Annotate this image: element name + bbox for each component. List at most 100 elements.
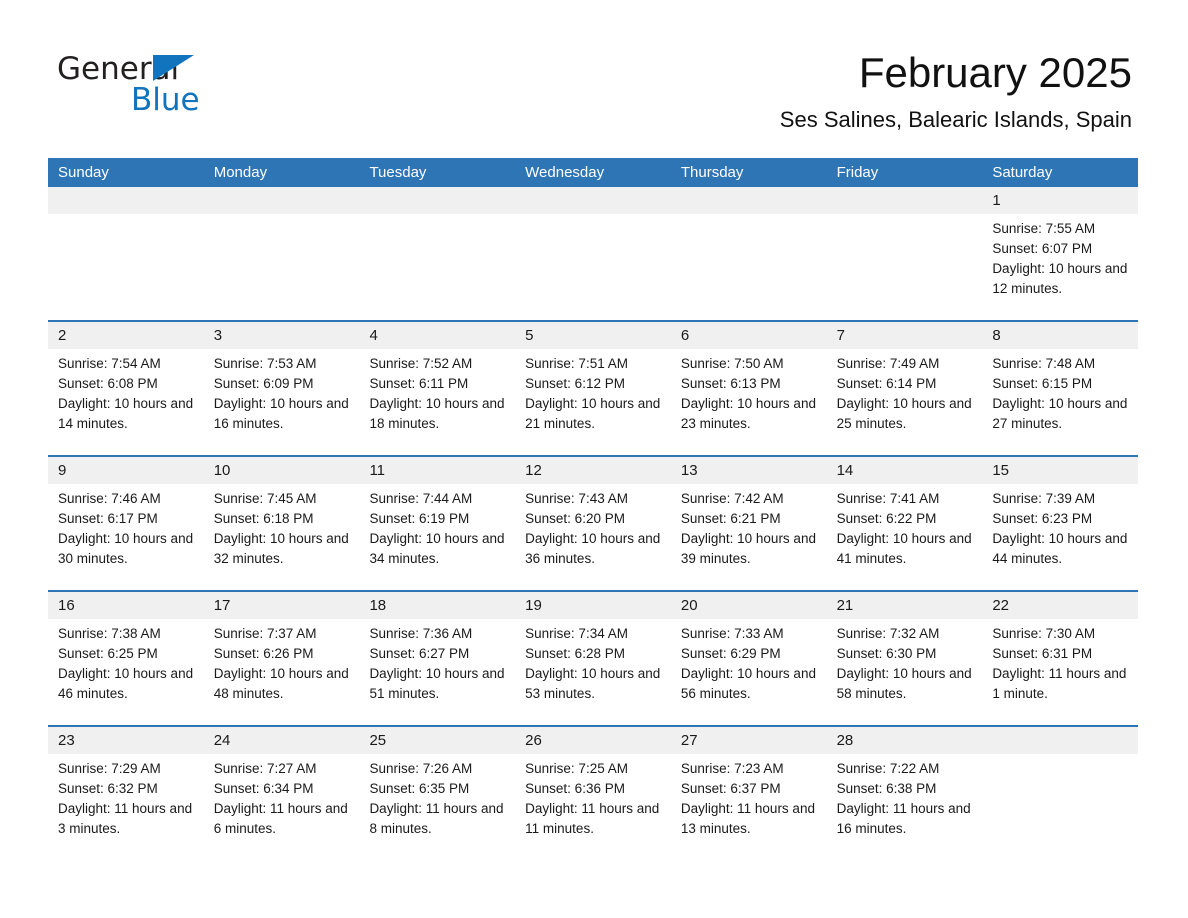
day-cell[interactable]: 6 Sunrise: 7:50 AM Sunset: 6:13 PM Daylight… bbox=[670, 322, 827, 455]
day-info: Sunrise: 7:37 AM Sunset: 6:26 PM Daylight:… bbox=[204, 619, 360, 704]
day-cell[interactable]: 11 Sunrise: 7:44 AM Sunset: 6:19 PM Dayligh… bbox=[359, 457, 516, 590]
page-title: February 2025 bbox=[858, 49, 1132, 96]
weekday-header-row: Sunday Monday Tuesday Wednesday Thursday… bbox=[48, 158, 1138, 187]
day-number-strip: 22 bbox=[982, 592, 1139, 619]
day-number-strip bbox=[359, 187, 516, 214]
day-cell-empty bbox=[359, 187, 516, 320]
sunrise-text: Sunrise: 7:33 AM bbox=[680, 626, 784, 641]
day-cell[interactable]: 15 Sunrise: 7:39 AM Sunset: 6:23 PM Dayligh… bbox=[982, 457, 1139, 590]
day-cell[interactable]: 28 Sunrise: 7:22 AM Sunset: 6:38 PM Dayligh… bbox=[826, 727, 983, 860]
daylight-text: Daylight: 11 hours and 3 minutes. bbox=[58, 801, 193, 836]
daylight-text: Daylight: 10 hours and 34 minutes. bbox=[369, 531, 505, 566]
day-cell[interactable]: 12 Sunrise: 7:43 AM Sunset: 6:20 PM Dayligh… bbox=[515, 457, 671, 590]
day-number-strip: 6 bbox=[670, 322, 827, 349]
title-block: February 2025 Ses Salines, Balearic Isla… bbox=[780, 48, 1132, 134]
daylight-text: Daylight: 10 hours and 23 minutes. bbox=[680, 396, 816, 431]
day-cell[interactable]: 26 Sunrise: 7:25 AM Sunset: 6:36 PM Dayligh… bbox=[515, 727, 671, 860]
day-info: Sunrise: 7:52 AM Sunset: 6:11 PM Daylight:… bbox=[359, 349, 515, 434]
sunset-text: Sunset: 6:13 PM bbox=[680, 376, 781, 391]
day-number: 8 bbox=[992, 327, 1001, 344]
day-cell[interactable]: 21 Sunrise: 7:32 AM Sunset: 6:30 PM Dayligh… bbox=[826, 592, 983, 725]
sunrise-text: Sunrise: 7:27 AM bbox=[213, 761, 317, 776]
sunrise-text: Sunrise: 7:23 AM bbox=[680, 761, 784, 776]
day-number: 16 bbox=[58, 597, 75, 614]
day-number: 4 bbox=[369, 327, 378, 344]
weekday-monday: Monday bbox=[213, 164, 268, 181]
daylight-text: Daylight: 10 hours and 41 minutes. bbox=[836, 531, 972, 566]
day-number-strip: 3 bbox=[203, 322, 360, 349]
sunset-text: Sunset: 6:35 PM bbox=[369, 781, 470, 796]
logo-text-blue: Blue bbox=[131, 82, 200, 118]
day-number-strip: 17 bbox=[203, 592, 360, 619]
location-subtitle: Ses Salines, Balearic Islands, Spain bbox=[779, 107, 1132, 132]
sunset-text: Sunset: 6:25 PM bbox=[58, 646, 158, 661]
triangle-icon bbox=[153, 55, 194, 81]
day-number: 22 bbox=[992, 597, 1009, 614]
sunrise-text: Sunrise: 7:53 AM bbox=[213, 356, 317, 371]
day-cell-empty bbox=[982, 727, 1139, 860]
day-cell[interactable]: 4 Sunrise: 7:52 AM Sunset: 6:11 PM Daylight… bbox=[359, 322, 516, 455]
sunset-text: Sunset: 6:12 PM bbox=[525, 376, 625, 391]
day-cell[interactable]: 16 Sunrise: 7:38 AM Sunset: 6:25 PM Dayligh… bbox=[48, 592, 204, 725]
day-number-strip: 9 bbox=[48, 457, 204, 484]
sunrise-text: Sunrise: 7:54 AM bbox=[58, 356, 161, 371]
day-number-strip: 8 bbox=[982, 322, 1139, 349]
day-cell[interactable]: 20 Sunrise: 7:33 AM Sunset: 6:29 PM Dayligh… bbox=[670, 592, 827, 725]
day-cell[interactable]: 8 Sunrise: 7:48 AM Sunset: 6:15 PM Daylight… bbox=[982, 322, 1139, 455]
sunrise-text: Sunrise: 7:50 AM bbox=[680, 356, 784, 371]
day-cell[interactable]: 10 Sunrise: 7:45 AM Sunset: 6:18 PM Dayligh… bbox=[203, 457, 360, 590]
day-number-strip: 19 bbox=[515, 592, 671, 619]
sunrise-text: Sunrise: 7:41 AM bbox=[836, 491, 940, 506]
day-cell[interactable]: 24 Sunrise: 7:27 AM Sunset: 6:34 PM Dayligh… bbox=[203, 727, 360, 860]
day-cell[interactable]: 2 Sunrise: 7:54 AM Sunset: 6:08 PM Daylight… bbox=[48, 322, 204, 455]
sunset-text: Sunset: 6:37 PM bbox=[680, 781, 781, 796]
day-cell[interactable]: 19 Sunrise: 7:34 AM Sunset: 6:28 PM Dayligh… bbox=[515, 592, 671, 725]
daylight-text: Daylight: 10 hours and 48 minutes. bbox=[213, 666, 349, 701]
day-cell[interactable]: 5 Sunrise: 7:51 AM Sunset: 6:12 PM Daylight… bbox=[515, 322, 671, 455]
daylight-text: Daylight: 11 hours and 11 minutes. bbox=[525, 801, 660, 836]
day-info: Sunrise: 7:50 AM Sunset: 6:13 PM Daylight:… bbox=[671, 349, 827, 434]
day-cell[interactable]: 13 Sunrise: 7:42 AM Sunset: 6:21 PM Dayligh… bbox=[670, 457, 827, 590]
day-number-strip: 27 bbox=[670, 727, 827, 754]
day-cell[interactable]: 23 Sunrise: 7:29 AM Sunset: 6:32 PM Dayligh… bbox=[48, 727, 204, 860]
sunrise-text: Sunrise: 7:44 AM bbox=[369, 491, 473, 506]
day-cell[interactable]: 14 Sunrise: 7:41 AM Sunset: 6:22 PM Dayligh… bbox=[826, 457, 983, 590]
daylight-text: Daylight: 10 hours and 32 minutes. bbox=[213, 531, 349, 566]
calendar-table: Sunday Monday Tuesday Wednesday Thursday… bbox=[48, 158, 1139, 860]
day-number: 1 bbox=[992, 192, 1001, 209]
day-cell[interactable]: 22 Sunrise: 7:30 AM Sunset: 6:31 PM Dayligh… bbox=[982, 592, 1139, 725]
day-number-strip: 12 bbox=[515, 457, 671, 484]
daylight-text: Daylight: 10 hours and 51 minutes. bbox=[369, 666, 505, 701]
day-number-strip: 13 bbox=[670, 457, 827, 484]
day-number: 11 bbox=[369, 462, 386, 479]
daylight-text: Daylight: 10 hours and 53 minutes. bbox=[525, 666, 661, 701]
day-info: Sunrise: 7:49 AM Sunset: 6:14 PM Daylight:… bbox=[827, 349, 983, 434]
daylight-text: Daylight: 11 hours and 13 minutes. bbox=[680, 801, 815, 836]
day-cell[interactable]: 7 Sunrise: 7:49 AM Sunset: 6:14 PM Daylight… bbox=[826, 322, 983, 455]
day-cell[interactable]: 18 Sunrise: 7:36 AM Sunset: 6:27 PM Dayligh… bbox=[359, 592, 516, 725]
day-number-strip bbox=[670, 187, 827, 214]
day-cell-empty bbox=[515, 187, 671, 320]
weekday-tuesday: Tuesday bbox=[369, 164, 427, 181]
day-number-strip: 7 bbox=[826, 322, 983, 349]
day-cell[interactable]: 17 Sunrise: 7:37 AM Sunset: 6:26 PM Dayligh… bbox=[203, 592, 360, 725]
day-cell[interactable]: 3 Sunrise: 7:53 AM Sunset: 6:09 PM Daylight… bbox=[203, 322, 360, 455]
day-number: 6 bbox=[680, 327, 690, 344]
daylight-text: Daylight: 10 hours and 21 minutes. bbox=[525, 396, 661, 431]
day-info: Sunrise: 7:25 AM Sunset: 6:36 PM Daylight:… bbox=[515, 754, 671, 839]
sunrise-text: Sunrise: 7:42 AM bbox=[680, 491, 784, 506]
sunset-text: Sunset: 6:31 PM bbox=[992, 646, 1093, 661]
day-cell[interactable]: 27 Sunrise: 7:23 AM Sunset: 6:37 PM Dayligh… bbox=[670, 727, 827, 860]
daylight-text: Daylight: 10 hours and 25 minutes. bbox=[836, 396, 972, 431]
sunset-text: Sunset: 6:27 PM bbox=[369, 646, 470, 661]
day-cell[interactable]: 25 Sunrise: 7:26 AM Sunset: 6:35 PM Dayligh… bbox=[359, 727, 516, 860]
sunset-text: Sunset: 6:28 PM bbox=[525, 646, 625, 661]
daylight-text: Daylight: 10 hours and 12 minutes. bbox=[992, 261, 1128, 296]
sunrise-text: Sunrise: 7:26 AM bbox=[369, 761, 473, 776]
day-number: 25 bbox=[369, 732, 387, 749]
day-cell[interactable]: 9 Sunrise: 7:46 AM Sunset: 6:17 PM Daylight… bbox=[48, 457, 204, 590]
day-cell[interactable]: 1 Sunrise: 7:55 AM Sunset: 6:07 PM Daylight… bbox=[982, 187, 1139, 320]
calendar-week-row: 2 Sunrise: 7:54 AM Sunset: 6:08 PM Daylight… bbox=[48, 320, 1139, 455]
weekday-sunday: Sunday bbox=[58, 164, 109, 181]
sunset-text: Sunset: 6:20 PM bbox=[525, 511, 625, 526]
